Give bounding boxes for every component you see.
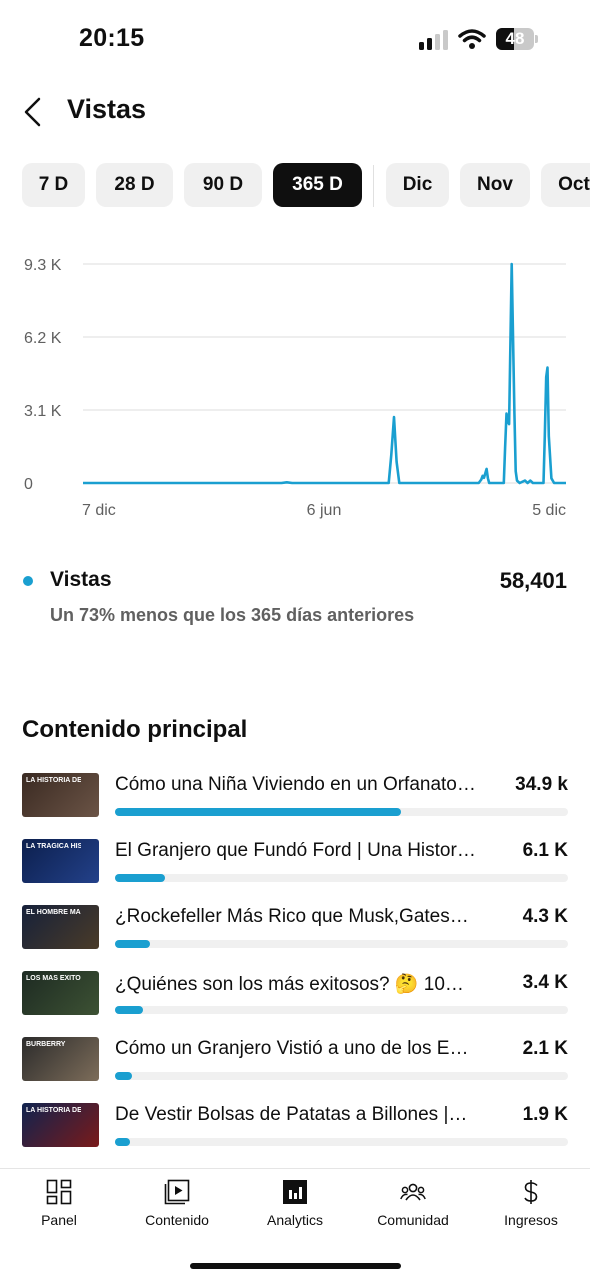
views-bar-track — [115, 1138, 568, 1146]
video-title: ¿Rockefeller Más Rico que Musk,Gates… — [115, 906, 469, 927]
content-row[interactable]: EL HOMBRE MÁS RICO DE LA HISTORIA ¿Rockef… — [0, 898, 590, 958]
video-views: 1.9 K — [522, 1104, 568, 1125]
content-row[interactable]: LA HISTORIA DE OPRAH De Vestir Bolsas de … — [0, 1096, 590, 1156]
cellular-signal-icon — [419, 30, 448, 50]
nav-label: Comunidad — [377, 1212, 449, 1228]
status-bar: 20:15 48 — [0, 0, 590, 80]
bottom-nav: Panel Contenido Analytics Comunidad Ingr… — [0, 1168, 590, 1280]
metric-label: Vistas — [50, 568, 112, 591]
dollar-icon — [524, 1180, 538, 1204]
nav-label: Contenido — [145, 1212, 209, 1228]
thumbnail-caption: LA HISTORIA DE CHANEL — [26, 777, 81, 784]
video-views: 4.3 K — [522, 906, 568, 927]
nav-analytics[interactable]: Analytics — [236, 1169, 354, 1239]
views-bar-fill — [115, 940, 151, 948]
period-selector: 7 D 28 D 90 D 365 D Dic Nov Oct — [0, 163, 590, 209]
chip-7d[interactable]: 7 D — [22, 163, 85, 207]
views-bar-track — [115, 1072, 568, 1080]
y-tick-label: 9.3 K — [24, 257, 62, 274]
chip-oct[interactable]: Oct — [541, 163, 590, 207]
dashboard-icon — [46, 1179, 72, 1205]
x-tick-label: 6 jun — [307, 502, 342, 519]
video-thumbnail: LA HISTORIA DE CHANEL — [22, 773, 99, 817]
video-views: 2.1 K — [522, 1038, 568, 1059]
chip-28d[interactable]: 28 D — [96, 163, 173, 207]
views-bar-track — [115, 874, 568, 882]
content-row[interactable]: LA HISTORIA DE CHANEL Cómo una Niña Vivie… — [0, 766, 590, 826]
content-icon — [164, 1179, 190, 1205]
back-button[interactable] — [18, 92, 54, 132]
thumbnail-caption: BURBERRY — [26, 1041, 66, 1048]
status-time: 20:15 — [79, 24, 145, 52]
content-row[interactable]: LA TRÁGICA HISTORIA DE FORD El Granjero q… — [0, 832, 590, 892]
y-tick-label: 6.2 K — [24, 330, 62, 347]
views-bar-track — [115, 940, 568, 948]
thumbnail-caption: LOS MÁS EXITOSOS DE LA HISTORIA — [26, 975, 81, 982]
video-views: 3.4 K — [522, 972, 568, 993]
nav-panel[interactable]: Panel — [0, 1169, 118, 1239]
video-thumbnail: LA TRÁGICA HISTORIA DE FORD — [22, 839, 99, 883]
video-thumbnail: BURBERRY — [22, 1037, 99, 1081]
metric-comparison: Un 73% menos que los 365 días anteriores — [50, 605, 415, 625]
video-title: Cómo una Niña Viviendo en un Orfanato… — [115, 774, 476, 795]
views-chart: 0 3.1 K 6.2 K 9.3 K 7 dic 6 jun 5 dic — [0, 240, 590, 530]
views-line-chart: 0 3.1 K 6.2 K 9.3 K 7 dic 6 jun 5 dic — [24, 257, 566, 519]
views-bar-fill — [115, 874, 165, 882]
video-title: El Granjero que Fundó Ford | Una Histori… — [115, 840, 477, 861]
series-legend-dot — [23, 576, 33, 586]
wifi-icon — [458, 29, 486, 49]
community-icon — [400, 1183, 426, 1201]
video-title: ¿Quiénes son los más exitosos? 🤔 10… — [115, 974, 464, 995]
content-row[interactable]: LOS MÁS EXITOSOS DE LA HISTORIA ¿Quiénes … — [0, 964, 590, 1024]
video-title: De Vestir Bolsas de Patatas a Billones |… — [115, 1104, 468, 1125]
chip-divider — [373, 165, 374, 207]
thumbnail-caption: EL HOMBRE MÁS RICO DE LA HISTORIA — [26, 909, 81, 916]
views-bar-fill — [115, 1006, 144, 1014]
nav-label: Panel — [41, 1212, 77, 1228]
nav-contenido[interactable]: Contenido — [118, 1169, 236, 1239]
page-title: Vistas — [67, 94, 147, 124]
y-tick-label: 0 — [24, 476, 33, 493]
views-bar-track — [115, 808, 568, 816]
thumbnail-caption: LA HISTORIA DE OPRAH — [26, 1107, 81, 1114]
views-series-line — [83, 262, 566, 485]
section-title: Contenido principal — [22, 716, 248, 743]
chevron-left-icon — [24, 97, 41, 127]
battery-level: 48 — [505, 29, 525, 48]
content-row[interactable]: BURBERRY Cómo un Granjero Vistió a uno de… — [0, 1030, 590, 1090]
nav-ingresos[interactable]: Ingresos — [472, 1169, 590, 1239]
thumbnail-caption: LA TRÁGICA HISTORIA DE FORD — [26, 843, 81, 850]
chip-365d[interactable]: 365 D — [273, 163, 362, 207]
video-views: 6.1 K — [522, 840, 568, 861]
home-indicator — [190, 1263, 401, 1269]
chip-nov[interactable]: Nov — [460, 163, 530, 207]
battery-icon: 48 — [496, 28, 538, 50]
video-title: Cómo un Granjero Vistió a uno de los E… — [115, 1038, 469, 1059]
views-bar-fill — [115, 1072, 133, 1080]
nav-label: Ingresos — [504, 1212, 558, 1228]
nav-label: Analytics — [266, 1212, 324, 1228]
metric-total: 58,401 — [499, 568, 567, 593]
y-tick-label: 3.1 K — [24, 403, 62, 420]
x-tick-label: 7 dic — [82, 502, 116, 519]
chip-90d[interactable]: 90 D — [184, 163, 262, 207]
video-thumbnail: LA HISTORIA DE OPRAH — [22, 1103, 99, 1147]
video-thumbnail: EL HOMBRE MÁS RICO DE LA HISTORIA — [22, 905, 99, 949]
x-tick-label: 5 dic — [532, 502, 566, 519]
video-views: 34.9 k — [515, 774, 568, 795]
nav-comunidad[interactable]: Comunidad — [354, 1169, 472, 1239]
chip-dic[interactable]: Dic — [386, 163, 449, 207]
analytics-icon — [283, 1180, 307, 1204]
views-bar-fill — [115, 808, 402, 816]
views-bar-fill — [115, 1138, 131, 1146]
views-bar-track — [115, 1006, 568, 1014]
video-thumbnail: LOS MÁS EXITOSOS DE LA HISTORIA — [22, 971, 99, 1015]
